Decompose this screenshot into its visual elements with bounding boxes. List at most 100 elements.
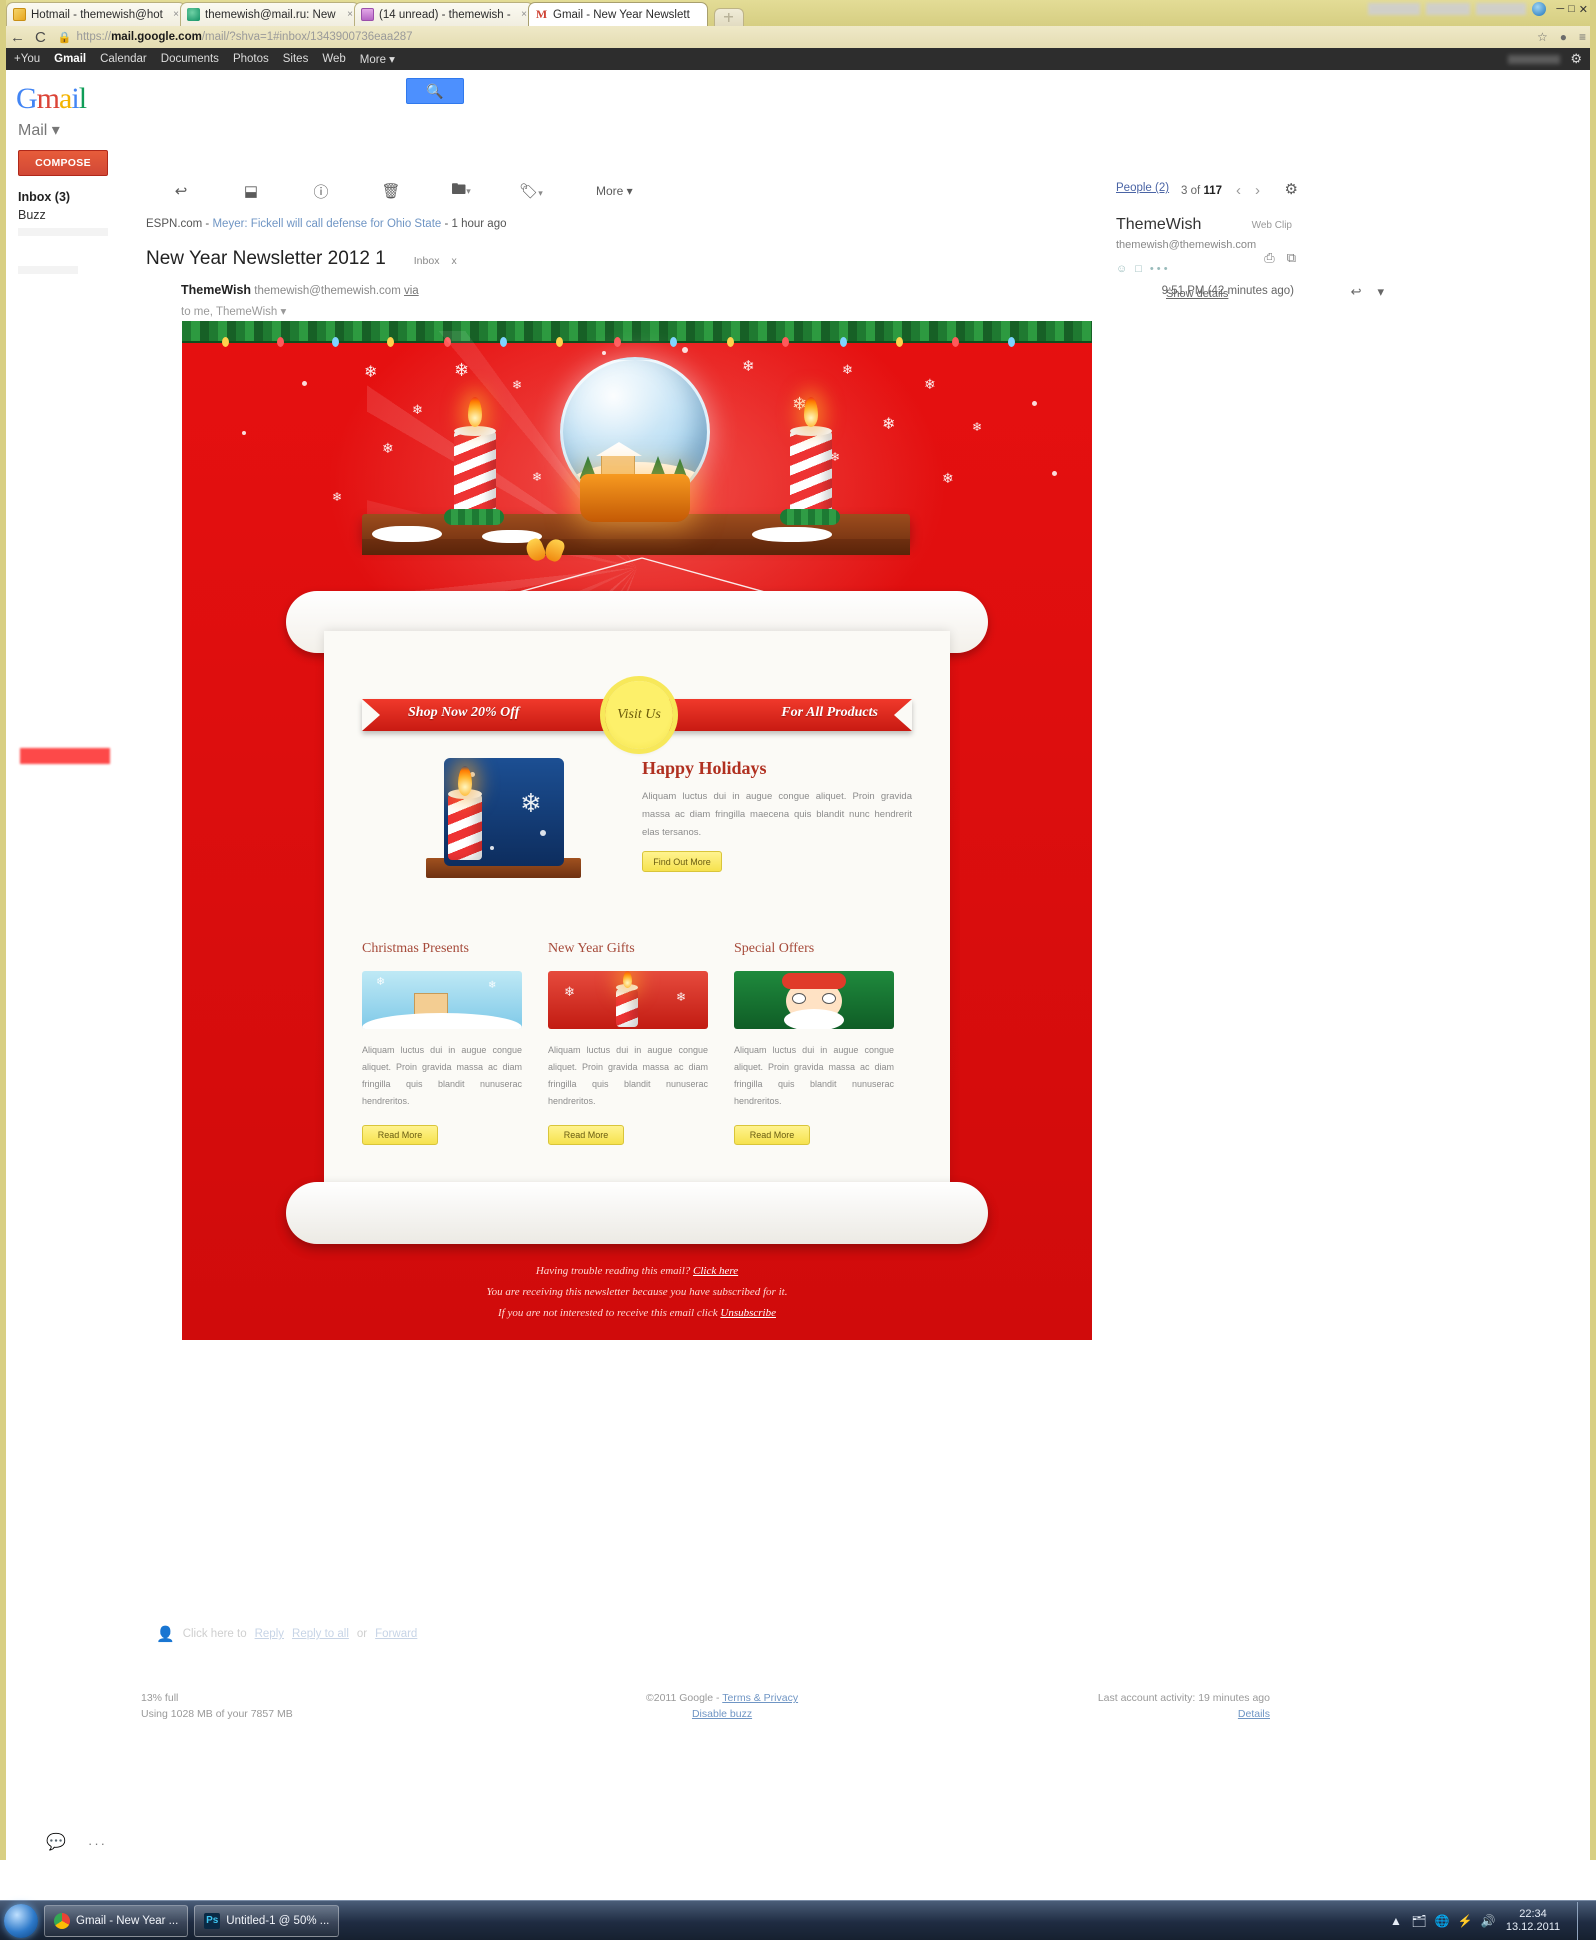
- address-bar[interactable]: 🔒 https://mail.google.com/mail/?shva=1#i…: [56, 29, 1527, 45]
- clock-time: 22:34: [1519, 1907, 1547, 1920]
- recipient-text: to me, ThemeWish: [181, 306, 278, 318]
- maximize-icon[interactable]: □: [1568, 3, 1575, 16]
- taskbar-item-chrome[interactable]: Gmail - New Year ...: [44, 1904, 189, 1937]
- window-blur-region-3: [1476, 3, 1527, 15]
- reply-link[interactable]: Reply: [255, 1628, 284, 1640]
- feature-section: ❄ Happy Holidays Aliquam luctus dui in a…: [362, 758, 912, 893]
- ribbon-left-text: Shop Now 20% Off: [408, 705, 520, 720]
- url-scheme: https://: [76, 31, 112, 43]
- show-details-link[interactable]: Show details: [1166, 288, 1316, 300]
- mail-dropdown[interactable]: Mail ▾: [18, 120, 60, 140]
- start-button[interactable]: [4, 1903, 38, 1938]
- new-tab-button[interactable]: [714, 8, 744, 26]
- people-panel-name: ThemeWish: [1116, 216, 1202, 233]
- footer-line1-prefix: Having trouble reading this email?: [535, 1265, 694, 1277]
- show-desktop-button[interactable]: [1577, 1901, 1586, 1940]
- close-icon[interactable]: ×: [521, 9, 527, 20]
- mailru-favicon-icon: [187, 8, 200, 21]
- web-clip-headline[interactable]: Meyer: Fickell will call defense for Ohi…: [212, 218, 441, 230]
- archive-icon[interactable]: ⬓: [216, 182, 286, 200]
- taskbar-item-photoshop[interactable]: Ps Untitled-1 @ 50% ...: [194, 1904, 340, 1937]
- gear-icon[interactable]: ⚙: [1570, 51, 1582, 67]
- browser-tab-gmail[interactable]: M Gmail - New Year Newslett: [528, 2, 708, 26]
- smiley-icon[interactable]: ☺: [1116, 263, 1127, 275]
- nav-item-calendar[interactable]: Calendar: [100, 53, 147, 65]
- labels-icon[interactable]: 🏷▾: [496, 182, 566, 200]
- report-spam-icon[interactable]: ⓘ: [286, 181, 356, 202]
- recipient-line: to me, ThemeWish ▾: [181, 304, 419, 318]
- power-icon[interactable]: ⚡: [1458, 1914, 1473, 1928]
- read-more-button[interactable]: Read More: [362, 1125, 438, 1145]
- nav-item-photos[interactable]: Photos: [233, 53, 269, 65]
- nav-item-gmail[interactable]: Gmail: [54, 53, 86, 65]
- volume-icon[interactable]: 🔊: [1481, 1914, 1496, 1928]
- feature-title: Happy Holidays: [642, 758, 767, 778]
- message-menu-icon[interactable]: ▾: [1377, 284, 1384, 300]
- show-hidden-icons[interactable]: ▲: [1389, 1914, 1403, 1928]
- remove-label-icon[interactable]: x: [451, 255, 456, 267]
- taskbar-clock[interactable]: 22:34 13.12.2011: [1504, 1908, 1562, 1934]
- nav-item-sites[interactable]: Sites: [283, 53, 309, 65]
- candle-thumb-image[interactable]: ❄ ❄: [548, 971, 708, 1029]
- unsubscribe-link[interactable]: Unsubscribe: [720, 1307, 776, 1319]
- sidebar-item-buzz[interactable]: Buzz: [18, 206, 70, 224]
- gmail-footer: 13% full Using 1028 MB of your 7857 MB ©…: [6, 1690, 1590, 1730]
- minimize-icon[interactable]: ─: [1556, 3, 1564, 16]
- santa-thumb-image[interactable]: [734, 971, 894, 1029]
- extension-icon[interactable]: ●: [1560, 30, 1567, 44]
- terms-privacy-link[interactable]: Terms & Privacy: [722, 1692, 798, 1704]
- chat-icon[interactable]: 💬: [46, 1832, 66, 1852]
- reload-icon[interactable]: C: [35, 30, 46, 45]
- candle-left-icon: [454, 397, 496, 517]
- more-actions-button[interactable]: More ▾: [596, 184, 633, 198]
- ribbon-right-text: For All Products: [781, 705, 878, 720]
- forward-link[interactable]: Forward: [375, 1628, 417, 1640]
- holly-right-decoration: [780, 509, 840, 525]
- gmail-logo[interactable]: Gmail: [16, 82, 87, 116]
- nav-item-plus-you[interactable]: +You: [14, 53, 40, 65]
- close-window-icon[interactable]: ✕: [1579, 3, 1588, 16]
- browser-tab-vk[interactable]: (14 unread) - themewish - ×: [354, 2, 534, 26]
- read-more-button[interactable]: Read More: [548, 1125, 624, 1145]
- close-icon[interactable]: ×: [347, 9, 353, 20]
- move-to-icon[interactable]: 🖿▾: [426, 179, 496, 204]
- people-panel-header[interactable]: People (2): [1116, 182, 1316, 194]
- read-more-button[interactable]: Read More: [734, 1125, 810, 1145]
- browser-tab-mailru[interactable]: themewish@mail.ru: New ×: [180, 2, 360, 26]
- back-to-inbox-icon[interactable]: ↩: [146, 182, 216, 200]
- activity-details-link[interactable]: Details: [1238, 1708, 1270, 1720]
- redacted-sidebar-item: [20, 748, 110, 764]
- snowflake-icon: ❄: [532, 470, 543, 484]
- window-buttons[interactable]: ─ □ ✕: [1556, 3, 1588, 16]
- snowflake-icon: ❄: [842, 362, 853, 377]
- nav-item-web[interactable]: Web: [322, 53, 345, 65]
- last-activity-text: Last account activity: 19 minutes ago: [1097, 1692, 1270, 1704]
- reply-all-link[interactable]: Reply to all: [292, 1628, 349, 1640]
- network-icon[interactable]: 🌐: [1435, 1914, 1450, 1928]
- browser-tab-hotmail[interactable]: Hotmail - themewish@hot ×: [6, 2, 186, 26]
- compose-button[interactable]: COMPOSE: [18, 150, 108, 176]
- nav-item-documents[interactable]: Documents: [161, 53, 219, 65]
- tray-folder-icon[interactable]: 🗂: [1411, 1914, 1426, 1928]
- chat-options-icon[interactable]: ···: [88, 1836, 107, 1851]
- sidebar-item-inbox[interactable]: Inbox (3): [18, 188, 70, 206]
- click-here-link[interactable]: Click here: [693, 1265, 738, 1277]
- reply-icon[interactable]: ↩: [1351, 284, 1362, 300]
- find-out-more-button[interactable]: Find Out More: [642, 851, 722, 872]
- column-new-year-gifts: New Year Gifts ❄ ❄ Aliquam luctus dui in…: [548, 941, 708, 1145]
- recipient-caret-icon[interactable]: ▾: [281, 306, 287, 318]
- snow-village-thumb-image[interactable]: ❄ ❄: [362, 971, 522, 1029]
- nav-item-more[interactable]: More ▾: [360, 52, 395, 66]
- back-icon[interactable]: ←: [10, 30, 25, 45]
- visit-us-seal-button[interactable]: Visit Us: [598, 674, 680, 756]
- wrench-menu-icon[interactable]: ≡: [1579, 30, 1586, 44]
- footer-line3-prefix: If you are not interested to receive thi…: [498, 1307, 721, 1319]
- close-icon[interactable]: ×: [173, 9, 179, 20]
- square-icon[interactable]: □: [1135, 263, 1142, 275]
- more-dots-icon[interactable]: • • •: [1150, 263, 1168, 275]
- bookmark-star-icon[interactable]: ☆: [1537, 30, 1548, 44]
- search-button[interactable]: 🔍: [406, 78, 464, 104]
- disable-buzz-link[interactable]: Disable buzz: [692, 1708, 752, 1720]
- via-link[interactable]: via: [404, 285, 419, 297]
- delete-icon[interactable]: 🗑: [356, 182, 426, 200]
